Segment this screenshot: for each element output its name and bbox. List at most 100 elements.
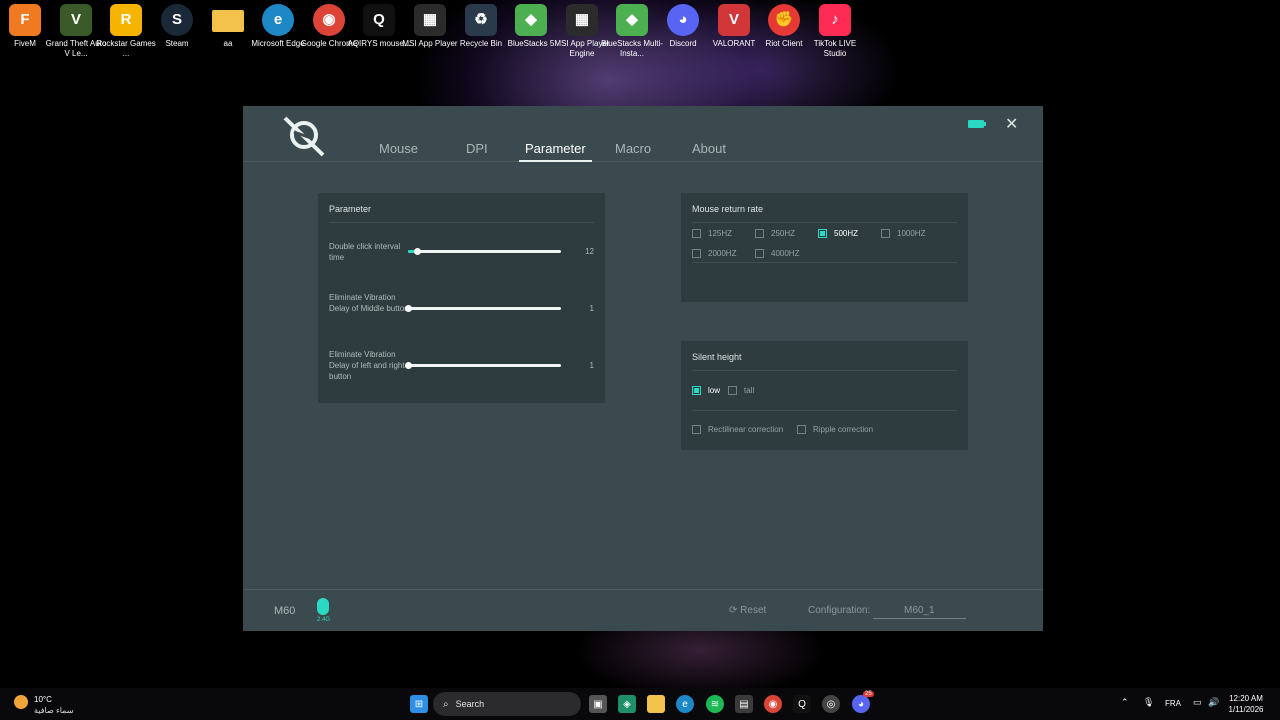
rectilinear-correction-option[interactable]: Rectilinear correction (692, 425, 783, 434)
windows-start-icon[interactable]: ⊞ (410, 695, 428, 713)
divider (692, 262, 957, 263)
file-explorer-icon[interactable] (647, 695, 665, 713)
slider-label: Eliminate Vibration Delay of left and ri… (329, 350, 405, 381)
checkbox[interactable] (692, 229, 701, 238)
option-label: 500HZ (834, 229, 859, 238)
option-label: 2000HZ (708, 249, 737, 258)
option-label: tall (744, 386, 755, 395)
ripple-correction-option[interactable]: Ripple correction (797, 425, 873, 434)
tab-mouse[interactable]: Mouse (379, 141, 418, 156)
checkbox[interactable] (692, 425, 701, 434)
taskbar-search[interactable]: ⌕ Search (433, 692, 581, 716)
option-label: Rectilinear correction (708, 425, 784, 434)
taskbar: 10°C سماء صافية ⊞ ⌕ Search ▣ ◈ e ≋ ▤ ◉ Q … (0, 688, 1280, 720)
tab-macro[interactable]: Macro (615, 141, 651, 156)
microsoft-365-icon[interactable]: ◈ (618, 695, 636, 713)
slider-label: Eliminate Vibration Delay of Middle butt… (329, 293, 409, 313)
desktop-icon-label: TikTok LIVE Studio (813, 39, 857, 58)
close-icon[interactable]: ✕ (1005, 114, 1018, 134)
rate-option-125hz[interactable]: 125HZ (692, 229, 732, 238)
bluestacks-icon: ◆ (515, 4, 547, 36)
height-option-low[interactable]: low (692, 386, 720, 395)
microsoft-store-icon[interactable]: ▤ (735, 695, 753, 713)
checkbox[interactable] (818, 229, 827, 238)
rate-option-2000hz[interactable]: 2000HZ (692, 249, 736, 258)
slider-handle[interactable] (405, 362, 412, 369)
microphone-icon[interactable]: 🎙 (1143, 697, 1154, 708)
checkbox[interactable] (755, 229, 764, 238)
checkbox[interactable] (797, 425, 806, 434)
option-label: 4000HZ (771, 249, 800, 258)
configuration-select[interactable]: M60_1 (873, 605, 966, 619)
desktop-icon-tiktok[interactable]: ♪ TikTok LIVE Studio (803, 4, 867, 59)
desktop-icon-label: aa (223, 39, 233, 48)
option-label: 250HZ (771, 229, 796, 238)
rockstar-icon: R (110, 4, 142, 36)
checkbox[interactable] (692, 249, 701, 258)
battery-icon (968, 120, 986, 128)
spotify-icon[interactable]: ≋ (706, 695, 724, 713)
steam-taskbar-icon[interactable]: ◎ (822, 695, 840, 713)
parameter-panel: Parameter Double click interval time 12 … (318, 193, 605, 403)
slider-handle[interactable] (405, 305, 412, 312)
checkbox[interactable] (755, 249, 764, 258)
divider (692, 222, 957, 223)
desktop-icon-label: Recycle Bin (459, 39, 503, 48)
discord-taskbar-icon[interactable]: ◕ (852, 695, 870, 713)
middle-button-debounce-slider[interactable] (405, 305, 561, 312)
option-label: Ripple correction (813, 425, 874, 434)
edge-taskbar-icon[interactable]: e (676, 695, 694, 713)
slider-label: Double click interval time (329, 242, 401, 262)
left-right-button-debounce-slider[interactable] (405, 362, 561, 369)
height-option-tall[interactable]: tall (728, 386, 754, 395)
checkbox[interactable] (728, 386, 737, 395)
tray-overflow-chevron-icon[interactable]: ⌃ (1121, 697, 1129, 708)
folder-icon (212, 10, 244, 32)
desktop-icon-label: BlueStacks 5 (507, 39, 555, 48)
panel-title: Silent height (692, 352, 742, 362)
double-click-interval-slider[interactable] (408, 248, 561, 255)
msi-app-player-icon: ▦ (414, 4, 446, 36)
panel-title: Mouse return rate (692, 204, 764, 214)
reset-button[interactable]: ⟳ Reset (729, 605, 766, 616)
search-placeholder: Search (455, 699, 485, 709)
return-rate-panel: Mouse return rate 125HZ 250HZ 500HZ 1000… (681, 193, 968, 302)
msi-engine-icon: ▦ (566, 4, 598, 36)
edge-icon: e (262, 4, 294, 36)
tab-dpi[interactable]: DPI (466, 141, 488, 156)
slider-value: 1 (589, 361, 594, 370)
slider-handle[interactable] (414, 248, 422, 255)
network-icon[interactable]: ▭ (1193, 697, 1202, 708)
bottom-bar: M60 2.4G ⟳ Reset Configuration: M60_1 (243, 589, 1043, 631)
device-model: M60 (274, 605, 296, 617)
weather-widget[interactable]: 10°C سماء صافية (12, 691, 102, 717)
silent-height-panel: Silent height low tall Rectilinear corre… (681, 341, 968, 450)
valorant-icon: V (718, 4, 750, 36)
discord-notification-badge: 25 (863, 691, 874, 697)
divider (329, 222, 594, 223)
rate-option-4000hz[interactable]: 4000HZ (755, 249, 799, 258)
checkbox[interactable] (692, 386, 701, 395)
aqirys-taskbar-icon[interactable]: Q (793, 695, 811, 713)
desktop-icons: F FiveM V Grand Theft Auto V Le... R Rockst… (0, 4, 1280, 66)
weather-sun-icon (14, 695, 28, 709)
rate-option-1000hz[interactable]: 1000HZ (881, 229, 925, 238)
tab-about[interactable]: About (692, 141, 726, 156)
divider (692, 370, 957, 371)
tab-parameter[interactable]: Parameter (519, 141, 592, 162)
clock[interactable]: 12:20 AM 1/11/2026 (1222, 693, 1270, 715)
weather-temperature: 10°C (34, 695, 52, 704)
volume-icon[interactable]: 🔊 (1208, 697, 1219, 708)
bluestacks-multi-icon: ◆ (616, 4, 648, 36)
chrome-icon: ◉ (313, 4, 345, 36)
checkbox[interactable] (881, 229, 890, 238)
rate-option-250hz[interactable]: 250HZ (755, 229, 795, 238)
slider-value: 1 (589, 304, 594, 313)
brand-logo-icon (283, 116, 325, 157)
input-language[interactable]: FRA (1165, 699, 1181, 708)
tiktok-icon: ♪ (819, 4, 851, 36)
chrome-taskbar-icon[interactable]: ◉ (764, 695, 782, 713)
task-view-icon[interactable]: ▣ (589, 695, 607, 713)
recycle-bin-icon: ♻ (465, 4, 497, 36)
rate-option-500hz[interactable]: 500HZ (818, 229, 858, 238)
